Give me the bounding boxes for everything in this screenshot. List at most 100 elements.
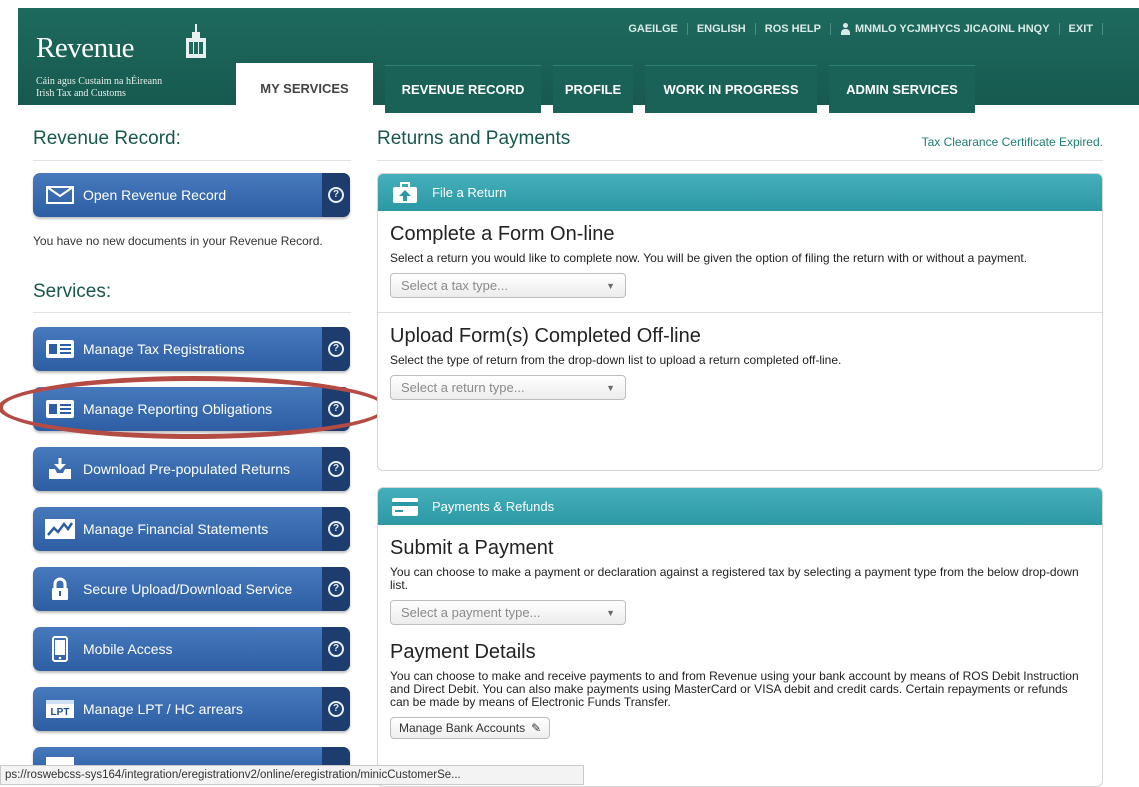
credit-card-icon [390, 495, 420, 519]
complete-online-section: Complete a Form On-line Select a return … [378, 223, 1102, 298]
help-button[interactable]: ? [322, 447, 350, 491]
help-icon: ? [328, 401, 344, 417]
help-button[interactable]: ? [322, 687, 350, 731]
tab-profile[interactable]: PROFILE [553, 65, 633, 113]
user-icon [840, 23, 851, 35]
help-button[interactable]: ? [322, 173, 350, 217]
manage-tax-registrations-button[interactable]: Manage Tax Registrations ? [33, 327, 350, 371]
help-button[interactable]: ? [322, 627, 350, 671]
ros-help-link[interactable]: ROS HELP [756, 23, 831, 35]
help-icon: ? [328, 641, 344, 657]
help-icon: ? [328, 461, 344, 477]
select-value: Select a return type... [401, 380, 525, 395]
tax-type-select[interactable]: Select a tax type... ▼ [390, 273, 626, 298]
mobile-phone-icon [45, 636, 75, 662]
tab-admin-services[interactable]: ADMIN SERVICES [829, 65, 975, 113]
manage-reporting-obligations-button[interactable]: Manage Reporting Obligations ? [33, 387, 350, 431]
help-icon: ? [328, 701, 344, 717]
id-card-icon [45, 337, 75, 361]
upload-offline-section: Upload Form(s) Completed Off-line Select… [378, 325, 1102, 400]
divider [33, 160, 351, 161]
user-name: MNMLO YCJMHYCS JICAOINL HNQY [854, 23, 1050, 35]
services-title: Services: [33, 281, 112, 302]
file-return-panel: File a Return Complete a Form On-line Se… [377, 173, 1103, 471]
service-label: Manage Tax Registrations [83, 341, 245, 357]
mobile-access-button[interactable]: Mobile Access ? [33, 627, 350, 671]
payment-type-select[interactable]: Select a payment type... ▼ [390, 600, 626, 625]
left-column: Revenue Record: [33, 128, 351, 161]
download-tray-icon [45, 457, 75, 481]
help-button[interactable]: ? [322, 387, 350, 431]
button-label: Manage Bank Accounts [399, 721, 526, 735]
user-account-link[interactable]: MNMLO YCJMHYCS JICAOINL HNQY [831, 23, 1060, 35]
manage-bank-accounts-button[interactable]: Manage Bank Accounts ✎ [390, 717, 551, 739]
returns-payments-title: Returns and Payments [377, 128, 571, 149]
top-links: GAEILGE ENGLISH ROS HELP MNMLO YCJMHYCS … [619, 20, 1103, 38]
upload-box-icon [390, 181, 420, 205]
section-description: You can choose to make a payment or decl… [390, 565, 1079, 592]
id-card-icon [45, 397, 75, 421]
logo-subtitle-english: Irish Tax and Customs [36, 88, 126, 99]
return-type-select[interactable]: Select a return type... ▼ [390, 375, 626, 400]
help-icon: ? [328, 581, 344, 597]
logo-subtitle-irish: Cáin agus Custaim na hÉireann [36, 76, 163, 87]
revenue-record-title: Revenue Record: [33, 128, 181, 149]
no-documents-message: You have no new documents in your Revenu… [33, 234, 323, 248]
browser-status-bar: ps://roswebcss-sys164/integration/eregis… [0, 765, 584, 785]
lpt-icon: LPT [45, 697, 75, 721]
manage-lpt-hc-arrears-button[interactable]: LPT Manage LPT / HC arrears ? [33, 687, 350, 731]
line-chart-icon [45, 517, 75, 541]
download-prepopulated-returns-button[interactable]: Download Pre-populated Returns ? [33, 447, 350, 491]
section-heading: Payment Details [390, 641, 536, 663]
manage-financial-statements-button[interactable]: Manage Financial Statements ? [33, 507, 350, 551]
divider [378, 312, 1102, 313]
svg-text:LPT: LPT [51, 707, 70, 718]
dropdown-caret-icon: ▼ [606, 280, 615, 291]
select-value: Select a payment type... [401, 605, 541, 620]
dropdown-caret-icon: ▼ [606, 382, 615, 393]
help-button[interactable]: ? [322, 567, 350, 611]
exit-link[interactable]: EXIT [1060, 23, 1103, 35]
help-button[interactable]: ? [322, 507, 350, 551]
divider [377, 160, 1103, 161]
padlock-icon [45, 577, 75, 601]
tab-revenue-record[interactable]: REVENUE RECORD [385, 65, 541, 113]
revenue-logo[interactable]: Revenue Cáin agus Custaim na hÉireann Ir… [36, 24, 211, 102]
payment-details-section: Payment Details You can choose to make a… [378, 641, 1102, 739]
section-description: Select a return you would like to comple… [390, 251, 1028, 265]
help-icon: ? [328, 521, 344, 537]
secure-upload-download-button[interactable]: Secure Upload/Download Service ? [33, 567, 350, 611]
panel-header-label: File a Return [432, 185, 507, 200]
envelope-icon [45, 183, 75, 207]
section-description: Select the type of return from the drop-… [390, 353, 842, 367]
section-heading: Upload Form(s) Completed Off-line [390, 325, 701, 347]
customs-house-icon [186, 24, 206, 58]
panel-header: Payments & Refunds [378, 488, 1102, 525]
site-header: Revenue Cáin agus Custaim na hÉireann Ir… [18, 8, 1139, 113]
panel-header: File a Return [378, 174, 1102, 211]
service-label: Secure Upload/Download Service [83, 581, 293, 597]
section-heading: Complete a Form On-line [390, 223, 615, 245]
gaeilge-link[interactable]: GAEILGE [619, 23, 688, 35]
tab-work-in-progress[interactable]: WORK IN PROGRESS [645, 65, 817, 113]
help-icon: ? [328, 187, 344, 203]
service-label: Manage Reporting Obligations [83, 401, 273, 417]
logo-wordmark: Revenue [36, 32, 134, 64]
section-heading: Submit a Payment [390, 537, 554, 559]
main-tabs: MY SERVICES REVENUE RECORD PROFILE WORK … [236, 63, 987, 113]
open-revenue-record-button[interactable]: Open Revenue Record ? [33, 173, 350, 217]
payments-refunds-panel: Payments & Refunds Submit a Payment You … [377, 487, 1103, 787]
service-label: Manage Financial Statements [83, 521, 269, 537]
service-label: Mobile Access [83, 641, 173, 657]
select-value: Select a tax type... [401, 278, 508, 293]
english-link[interactable]: ENGLISH [688, 23, 756, 35]
service-label: Manage LPT / HC arrears [83, 701, 244, 717]
tab-my-services[interactable]: MY SERVICES [236, 63, 373, 113]
help-button[interactable]: ? [322, 327, 350, 371]
dropdown-caret-icon: ▼ [606, 607, 615, 618]
panel-header-label: Payments & Refunds [432, 499, 555, 514]
help-icon: ? [328, 341, 344, 357]
service-label: Download Pre-populated Returns [83, 461, 291, 477]
section-description: You can choose to make and receive payme… [390, 669, 1079, 709]
tax-clearance-status-link[interactable]: Tax Clearance Certificate Expired. [922, 135, 1103, 149]
